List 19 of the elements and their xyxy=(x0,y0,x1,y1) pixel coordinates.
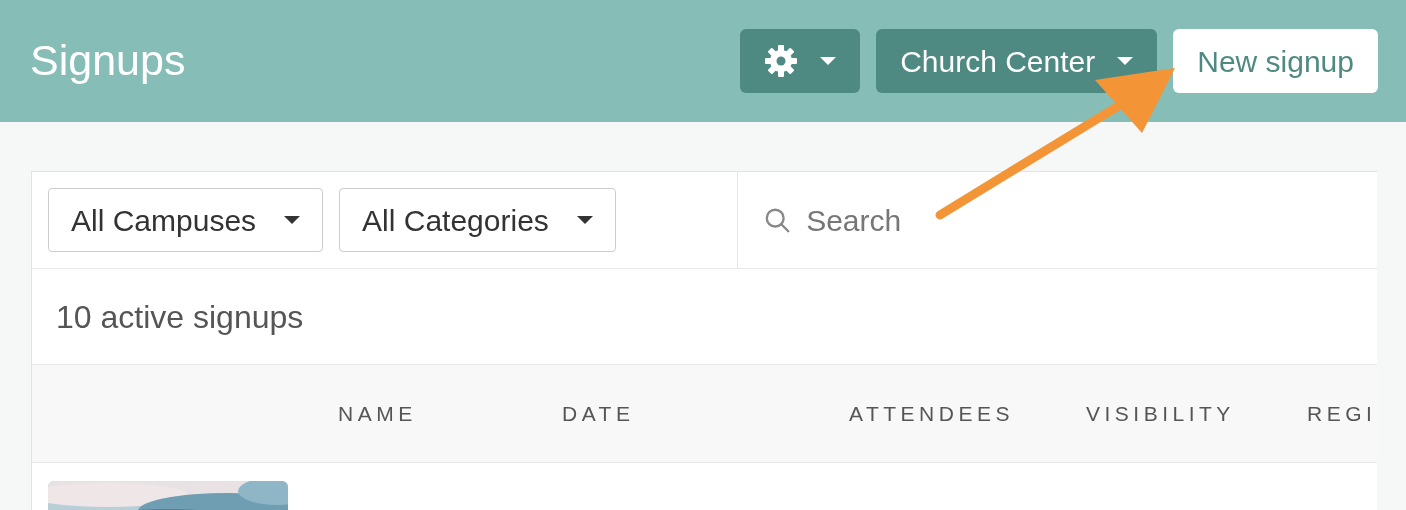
column-header: VISIBILITY xyxy=(1086,400,1236,427)
column-header: ATTENDEES xyxy=(849,400,1015,427)
filter-dropdown[interactable]: All Campuses xyxy=(48,188,324,252)
new-signup-button[interactable]: New signup xyxy=(1173,29,1378,93)
settings-icon xyxy=(764,44,799,78)
caret-icon xyxy=(1117,57,1134,65)
settings-button[interactable] xyxy=(740,29,861,93)
caret-icon xyxy=(576,216,593,224)
filter-dropdown[interactable]: All Categories xyxy=(339,188,616,252)
caret-icon xyxy=(820,57,837,65)
page-title: Signups xyxy=(30,35,186,87)
caret-icon xyxy=(284,216,301,224)
signup-count: 10 active signups xyxy=(56,297,304,337)
menu-button[interactable]: Church Center xyxy=(876,29,1158,93)
column-header: DATE xyxy=(562,400,636,427)
search-icon xyxy=(764,206,791,234)
column-header: NAME xyxy=(338,400,418,427)
search-field[interactable]: Search xyxy=(804,196,1377,244)
column-header: REGI xyxy=(1307,400,1377,427)
